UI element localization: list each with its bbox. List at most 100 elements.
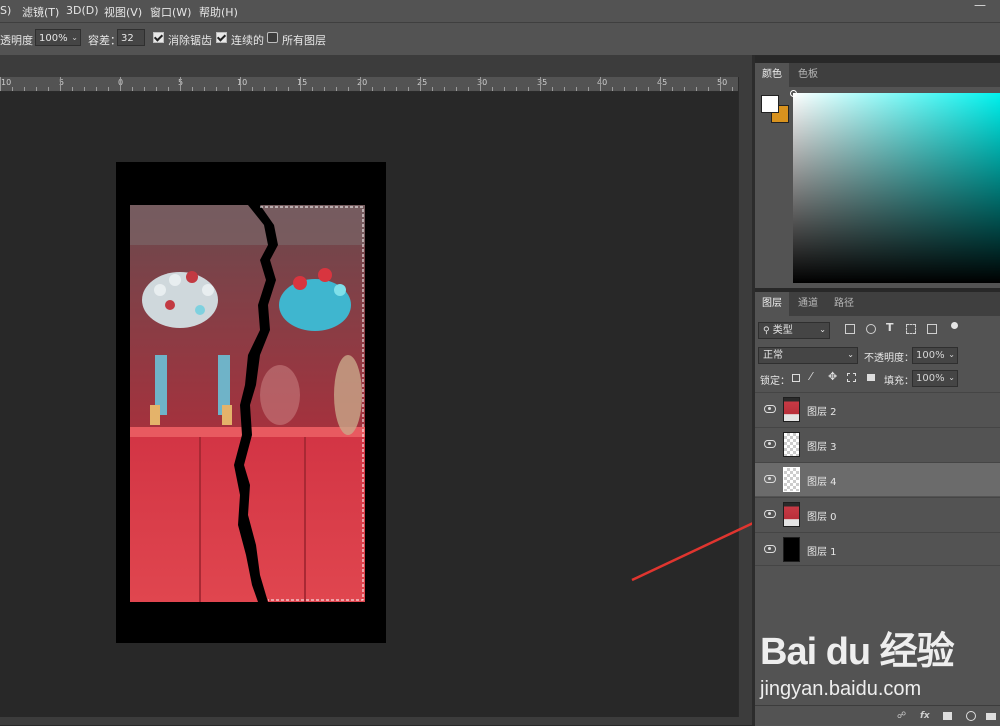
tab-layers[interactable]: 图层 bbox=[755, 292, 789, 316]
color-picker-marker[interactable] bbox=[790, 90, 797, 97]
tolerance-input[interactable]: 32 bbox=[117, 29, 145, 46]
ruler-tick bbox=[36, 87, 37, 91]
watermark-url: jingyan.baidu.com bbox=[760, 678, 922, 700]
layers-panel-tabs: 图层 通道 路径 bbox=[755, 292, 1000, 316]
ruler-tick bbox=[732, 87, 733, 91]
all-layers-checkbox[interactable] bbox=[267, 32, 278, 43]
layer-row[interactable]: 图层 0 bbox=[755, 497, 1000, 531]
ruler-tick bbox=[348, 87, 349, 91]
ruler-tick bbox=[300, 77, 301, 91]
foreground-color-swatch[interactable] bbox=[761, 95, 779, 113]
menu-view[interactable]: 视图(V) bbox=[104, 4, 142, 20]
ruler-tick bbox=[480, 77, 481, 91]
menu-select[interactable]: S) bbox=[0, 4, 11, 17]
visibility-eye-icon[interactable] bbox=[764, 475, 776, 483]
ruler-label: 10 bbox=[237, 78, 248, 87]
ruler-tick bbox=[612, 87, 613, 91]
ruler-label: 50 bbox=[717, 78, 728, 87]
search-icon: ⚲ bbox=[763, 326, 770, 336]
layer-row-selected[interactable]: 图层 4 bbox=[755, 462, 1000, 496]
horizontal-ruler[interactable]: 10 5 0 5 10 15 20 25 30 35 40 45 50 bbox=[0, 77, 740, 92]
smart-object-filter-icon[interactable] bbox=[927, 324, 937, 334]
photo-image bbox=[130, 205, 365, 602]
color-panel-tabs: 颜色 色板 bbox=[755, 63, 1000, 87]
visibility-eye-icon[interactable] bbox=[764, 405, 776, 413]
watermark-logo: Bai du 经验 bbox=[760, 631, 955, 673]
ruler-tick bbox=[48, 87, 49, 91]
ruler-tick bbox=[240, 77, 241, 91]
ruler-tick bbox=[516, 87, 517, 91]
tab-channels[interactable]: 通道 bbox=[791, 292, 825, 316]
menu-help[interactable]: 帮助(H) bbox=[199, 4, 238, 20]
ruler-tick bbox=[456, 87, 457, 91]
color-panel: 颜色 色板 bbox=[755, 63, 1000, 288]
ruler-tick bbox=[192, 87, 193, 91]
menu-3d[interactable]: 3D(D) bbox=[66, 4, 99, 17]
ruler-tick bbox=[636, 87, 637, 91]
ruler-tick bbox=[372, 87, 373, 91]
visibility-eye-icon[interactable] bbox=[764, 440, 776, 448]
layer-filter-select[interactable]: ⚲ 类型 ⌄ bbox=[758, 322, 830, 339]
opacity-value: 100% bbox=[39, 33, 68, 44]
ruler-tick bbox=[444, 87, 445, 91]
status-bar bbox=[0, 717, 752, 725]
ruler-tick bbox=[660, 77, 661, 91]
ruler-tick bbox=[204, 87, 205, 91]
visibility-eye-icon[interactable] bbox=[764, 510, 776, 518]
fx-icon[interactable]: fx bbox=[920, 711, 930, 721]
ruler-tick bbox=[60, 77, 61, 91]
ruler-tick bbox=[252, 87, 253, 91]
ruler-label: 10 bbox=[1, 78, 12, 87]
ruler-tick bbox=[384, 87, 385, 91]
ruler-tick bbox=[696, 87, 697, 91]
layer-row[interactable]: 图层 1 bbox=[755, 532, 1000, 566]
folder-icon[interactable] bbox=[986, 713, 996, 720]
lock-position-move-icon[interactable]: ✥ bbox=[828, 370, 837, 383]
link-icon[interactable]: ☍ bbox=[897, 711, 906, 721]
color-spectrum[interactable] bbox=[793, 93, 1000, 283]
vertical-scrollbar[interactable] bbox=[738, 77, 753, 717]
ruler-label: 15 bbox=[297, 78, 308, 87]
lock-artboard-icon[interactable] bbox=[847, 373, 856, 382]
ruler-tick bbox=[312, 87, 313, 91]
ruler-tick bbox=[684, 87, 685, 91]
layers-panel-footer: ☍ fx bbox=[755, 705, 1000, 726]
lock-paint-brush-icon[interactable]: ⁄ bbox=[810, 370, 812, 383]
ruler-tick bbox=[108, 87, 109, 91]
mask-icon[interactable] bbox=[943, 712, 952, 720]
tab-color[interactable]: 颜色 bbox=[755, 63, 789, 87]
contiguous-checkbox[interactable] bbox=[216, 32, 227, 43]
layer-row[interactable]: 图层 3 bbox=[755, 427, 1000, 461]
ruler-tick bbox=[396, 87, 397, 91]
lock-all-icon[interactable] bbox=[867, 374, 875, 381]
ruler-tick bbox=[576, 87, 577, 91]
ruler-label: 20 bbox=[357, 78, 368, 87]
antialias-checkbox[interactable] bbox=[153, 32, 164, 43]
chevron-down-icon[interactable]: ⌄ bbox=[71, 29, 78, 46]
layer-row[interactable]: 图层 2 bbox=[755, 392, 1000, 426]
adjustment-filter-icon[interactable] bbox=[866, 324, 876, 334]
shape-filter-icon[interactable] bbox=[906, 324, 916, 334]
lock-transparent-icon[interactable] bbox=[792, 374, 800, 382]
layer-opacity-input[interactable]: 100% ⌄ bbox=[912, 347, 958, 364]
blend-mode-select[interactable]: 正常 ⌄ bbox=[758, 347, 858, 364]
menu-filter[interactable]: 滤镜(T) bbox=[22, 4, 59, 20]
tab-swatches[interactable]: 色板 bbox=[791, 63, 825, 87]
menu-window[interactable]: 窗口(W) bbox=[150, 4, 191, 20]
layer-thumbnail bbox=[783, 467, 800, 492]
ruler-tick bbox=[84, 87, 85, 91]
fill-value: 100% bbox=[916, 373, 945, 384]
document-tab-strip bbox=[0, 55, 752, 77]
visibility-eye-icon[interactable] bbox=[764, 545, 776, 553]
layer-name: 图层 3 bbox=[807, 442, 837, 453]
opacity-input[interactable]: 100% ⌄ bbox=[35, 29, 81, 46]
ruler-tick bbox=[708, 87, 709, 91]
pixel-filter-icon[interactable] bbox=[845, 324, 855, 334]
fill-input[interactable]: 100% ⌄ bbox=[912, 370, 958, 387]
adjustment-icon[interactable] bbox=[966, 711, 976, 721]
minimize-button[interactable]: — bbox=[974, 0, 986, 12]
type-filter-icon[interactable]: T bbox=[886, 321, 894, 334]
filter-toggle-icon[interactable] bbox=[951, 322, 958, 329]
ruler-tick bbox=[432, 87, 433, 91]
tab-paths[interactable]: 路径 bbox=[827, 292, 861, 316]
